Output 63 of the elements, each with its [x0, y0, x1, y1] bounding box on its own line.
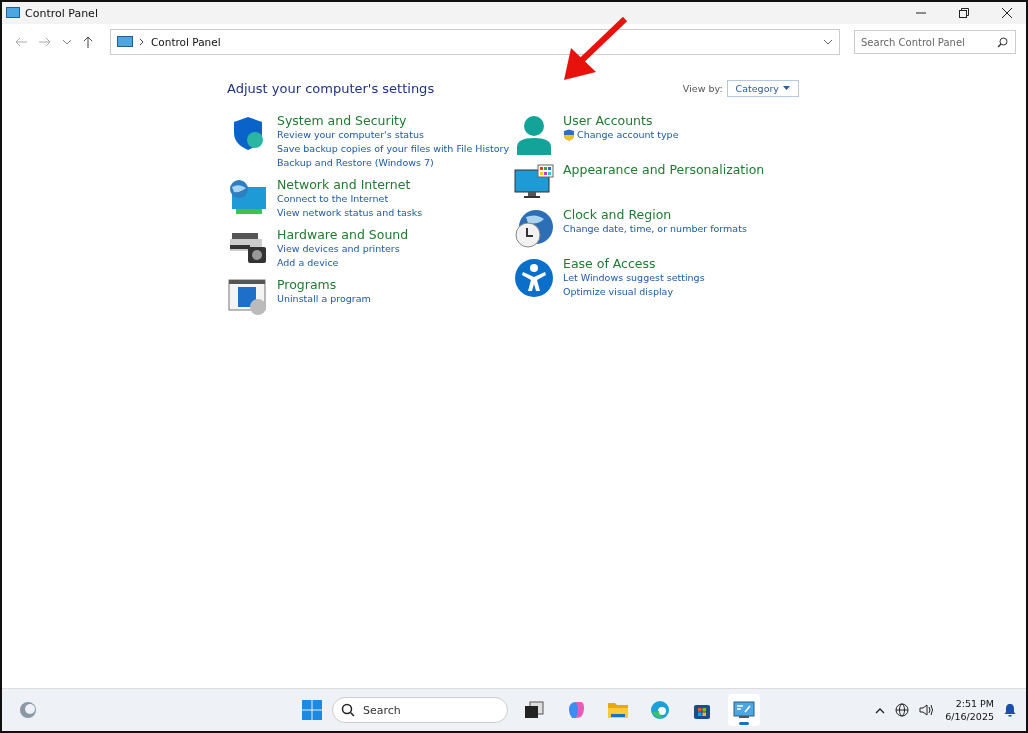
category-link[interactable]: Clock and Region — [563, 207, 747, 222]
arrow-left-icon — [14, 36, 28, 48]
search-field[interactable]: Search Control Panel — [854, 30, 1016, 54]
control-panel-icon — [117, 36, 133, 48]
task-link[interactable]: Connect to the Internet — [277, 192, 423, 206]
time: 2:51 PM — [955, 697, 994, 710]
chevron-down-icon — [62, 38, 72, 46]
category-link[interactable]: Network and Internet — [277, 177, 423, 192]
task-link[interactable]: Change account type — [563, 128, 679, 142]
category-link[interactable]: System and Security — [277, 113, 510, 128]
browser-icon[interactable] — [650, 700, 670, 720]
start-icon[interactable] — [302, 700, 322, 720]
monitor-globe-icon — [228, 179, 268, 217]
task-link[interactable]: Let Windows suggest settings — [563, 271, 705, 285]
task-link[interactable]: Optimize visual display — [563, 285, 705, 299]
speaker-icon[interactable] — [919, 703, 936, 717]
arrow-up-icon — [82, 35, 94, 49]
window-title: Control Panel — [25, 6, 99, 20]
folder-icon[interactable] — [607, 700, 629, 720]
shield-icon — [563, 129, 575, 141]
task-link[interactable]: Add a device — [277, 256, 409, 270]
task-view-icon[interactable] — [524, 700, 544, 720]
category-link[interactable]: Appearance and Personalization — [563, 162, 765, 177]
task-link[interactable]: Backup and Restore (Windows 7) — [277, 156, 510, 170]
accessibility-icon — [514, 258, 554, 298]
annotation-arrow — [562, 16, 628, 82]
search-icon — [341, 703, 355, 717]
taskbar-search-field[interactable]: Search — [332, 697, 508, 723]
search-icon — [997, 37, 1008, 48]
category-link[interactable]: Programs — [277, 277, 371, 292]
task-link[interactable]: View network status and tasks — [277, 206, 423, 220]
category-link[interactable]: Ease of Access — [563, 256, 705, 271]
clock[interactable]: 2:51 PM 6/16/2025 — [945, 697, 994, 723]
category-link[interactable]: Hardware and Sound — [277, 227, 409, 242]
control-panel-icon — [6, 7, 20, 19]
category-link[interactable]: User Accounts — [563, 113, 679, 128]
task-link[interactable]: Save backup copies of your files with File History — [277, 142, 510, 156]
task-link[interactable]: View devices and printers — [277, 242, 409, 256]
copilot-icon[interactable] — [566, 700, 586, 720]
view-by-label: View by: — [682, 83, 723, 94]
task-link[interactable]: Uninstall a program — [277, 292, 371, 306]
bell-icon[interactable] — [1004, 703, 1016, 717]
dropdown-icon[interactable] — [823, 38, 833, 46]
page-heading: Adjust your computer's settings — [227, 81, 435, 96]
view-by-dropdown[interactable]: Category — [726, 80, 799, 97]
widgets-icon[interactable] — [18, 700, 38, 720]
globe-clock-icon — [514, 209, 554, 249]
task-link[interactable]: Change date, time, or number formats — [563, 222, 747, 236]
program-window-icon — [228, 279, 268, 315]
user-icon — [515, 115, 553, 155]
control-panel-icon[interactable] — [733, 700, 755, 720]
monitor-palette-icon — [514, 164, 554, 200]
chevron-up-icon[interactable] — [875, 706, 886, 714]
task-link[interactable]: Review your computer's status — [277, 128, 510, 142]
dropdown-icon — [783, 86, 790, 91]
arrow-right-icon — [38, 36, 52, 48]
chevron-right-icon — [139, 38, 145, 46]
date: 6/16/2025 — [945, 710, 994, 723]
restore-icon — [959, 8, 969, 18]
address-bar[interactable]: Control Panel — [110, 29, 840, 55]
breadcrumb[interactable]: Control Panel — [151, 36, 817, 48]
globe-icon[interactable] — [895, 703, 910, 717]
close-icon — [1002, 8, 1012, 18]
